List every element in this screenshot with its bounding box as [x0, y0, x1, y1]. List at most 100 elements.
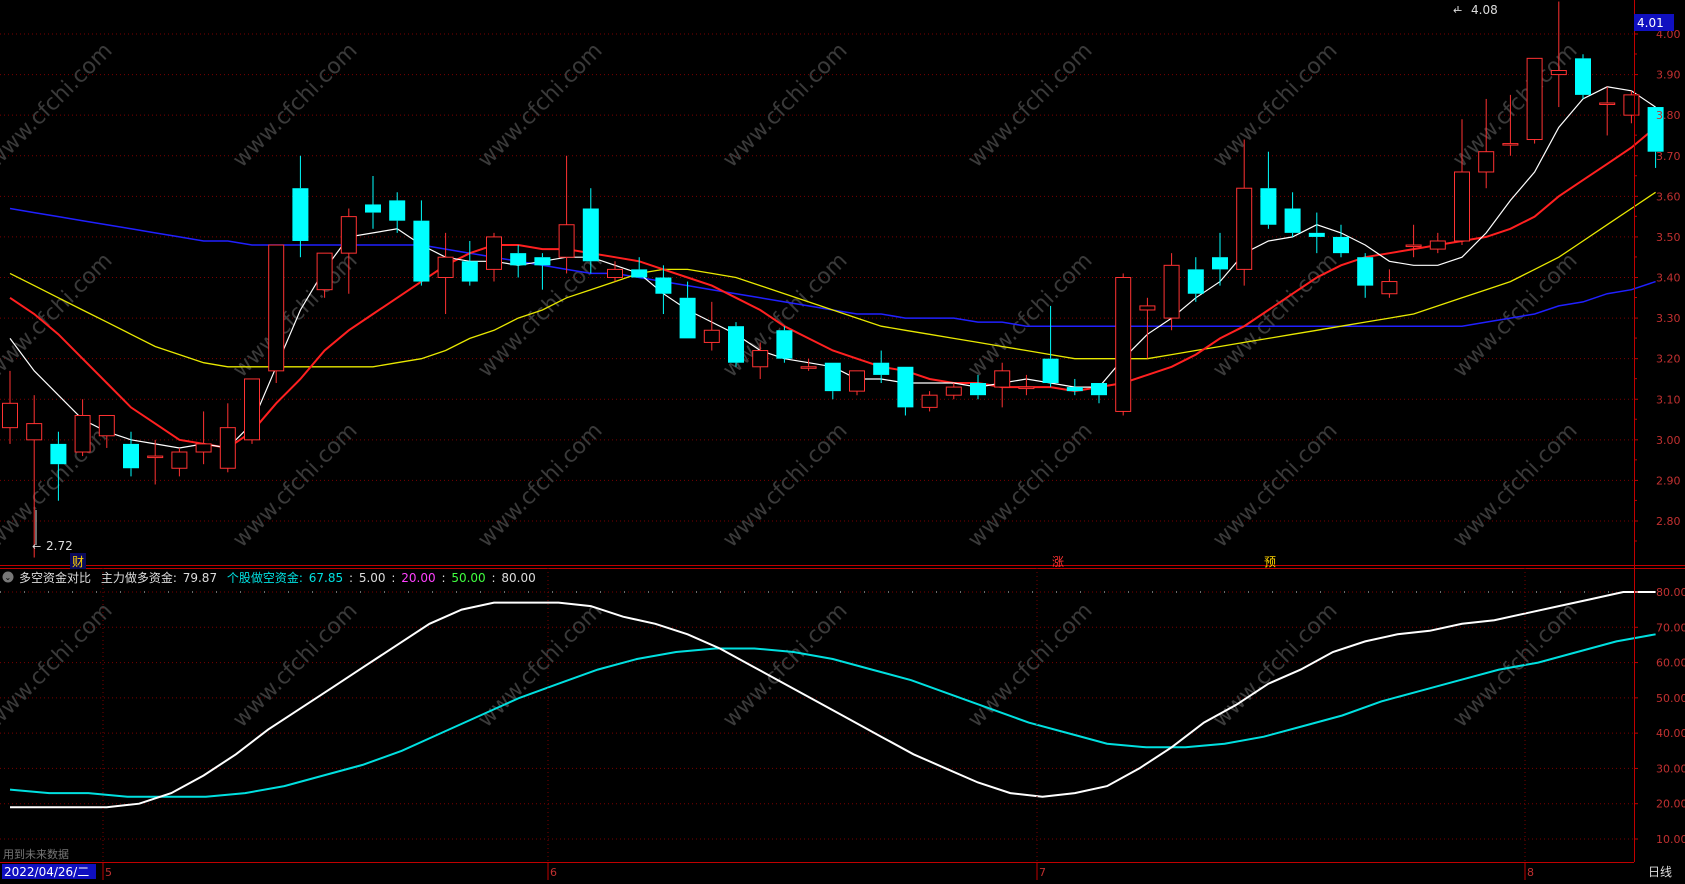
sep-2: : — [391, 571, 395, 585]
candle-body-down — [631, 269, 648, 278]
candle[interactable] — [921, 391, 938, 412]
candle-body-down — [50, 443, 67, 465]
watermark-text: www.cfchi.com — [1448, 38, 1582, 172]
watermark-text: www.cfchi.com — [228, 38, 362, 172]
candle[interactable] — [679, 281, 696, 339]
candle[interactable] — [510, 245, 527, 278]
candle[interactable] — [1018, 374, 1035, 396]
candle[interactable] — [292, 155, 309, 258]
candle[interactable] — [1115, 273, 1132, 416]
candle[interactable] — [461, 240, 478, 286]
price-tick-label: 3.50 — [1656, 231, 1681, 244]
retail-short-value: 67.85 — [309, 571, 343, 585]
candle[interactable] — [2, 370, 18, 444]
candle[interactable] — [1139, 297, 1156, 359]
candle-body-down — [1357, 257, 1374, 286]
indicator-header: ⌄ 多空资金对比 主力做多资金: 79.87 个股做空资金: 67.85 : 5… — [2, 570, 536, 585]
candle[interactable] — [1187, 257, 1204, 302]
candle-body-up — [1550, 70, 1567, 76]
candle[interactable] — [171, 447, 188, 477]
candle[interactable] — [1163, 253, 1180, 331]
period-label[interactable]: 日线 — [1648, 865, 1672, 879]
candle[interactable] — [897, 366, 914, 416]
candle[interactable] — [195, 411, 212, 465]
candle-body-up — [2, 402, 18, 429]
candle[interactable] — [776, 326, 793, 363]
candle[interactable] — [389, 192, 406, 233]
candle[interactable] — [1236, 139, 1253, 286]
candle[interactable] — [824, 362, 841, 400]
event-yu-label[interactable]: 预 — [1264, 555, 1276, 569]
candle[interactable] — [558, 155, 575, 274]
candle[interactable] — [147, 439, 164, 485]
svg-text:多空资金对比 主力做多资金:: 多空资金对比 主力做多资金: 79.87 个股做空资金: 67.85 : 5.0… — [19, 570, 536, 585]
candle[interactable] — [26, 395, 43, 558]
candle[interactable] — [1599, 86, 1616, 136]
candle[interactable] — [534, 253, 551, 290]
candle[interactable] — [849, 370, 865, 396]
candle[interactable] — [994, 362, 1011, 408]
candle[interactable] — [1623, 90, 1640, 124]
candle[interactable] — [1212, 232, 1228, 286]
candle[interactable] — [1066, 378, 1083, 396]
indicator-tick-label: 60.00 — [1656, 657, 1685, 670]
candle[interactable] — [365, 176, 381, 229]
candle-body-up — [74, 414, 91, 453]
sep-3: : — [441, 571, 445, 585]
candle[interactable] — [74, 399, 91, 457]
watermark-text: www.cfchi.com — [718, 598, 852, 732]
candle[interactable] — [873, 350, 890, 384]
candle[interactable] — [945, 383, 962, 400]
candle[interactable] — [219, 403, 236, 473]
candle[interactable] — [1429, 232, 1446, 254]
candle[interactable] — [1381, 269, 1398, 298]
price-tick-label: 3.00 — [1656, 434, 1681, 447]
indicator-name: 多空资金对比 — [19, 570, 91, 585]
candle[interactable] — [1333, 224, 1349, 258]
price-tick-label: 3.60 — [1656, 190, 1681, 203]
high-annotation: ← 4.08 — [1453, 3, 1498, 17]
candle[interactable] — [1357, 253, 1374, 298]
candle-body-down — [123, 443, 139, 469]
watermark-text: www.cfchi.com — [0, 598, 118, 732]
watermark-text: www.cfchi.com — [718, 418, 852, 552]
candle-body-up — [994, 370, 1011, 388]
watermark-text: www.cfchi.com — [963, 598, 1097, 732]
candle[interactable] — [268, 244, 285, 384]
candle-body-up — [1526, 57, 1543, 141]
candle[interactable] — [800, 358, 817, 371]
candle-body-up — [219, 427, 236, 469]
candle[interactable] — [1575, 54, 1591, 99]
indicator-tick-label: 30.00 — [1656, 762, 1685, 775]
event-zhang-label[interactable]: 涨 — [1052, 554, 1064, 569]
candle[interactable] — [703, 301, 720, 351]
candle-body-up — [486, 236, 502, 270]
candle[interactable] — [437, 232, 454, 315]
candle-body-down — [1284, 208, 1301, 233]
candle-body-down — [897, 366, 914, 408]
candle[interactable] — [1405, 224, 1422, 258]
candle[interactable] — [413, 200, 430, 286]
candle[interactable] — [1091, 383, 1107, 404]
chart-canvas[interactable]: www.cfchi.com www.cfchi.com www.cfchi.com w… — [0, 0, 1685, 880]
candle[interactable] — [244, 378, 260, 444]
candle[interactable] — [1526, 57, 1543, 144]
candle[interactable] — [655, 265, 672, 315]
candle[interactable] — [607, 261, 623, 282]
sep-4: : — [492, 571, 496, 585]
candle-body-up — [1163, 264, 1180, 319]
sep-1: : — [349, 571, 353, 585]
candle[interactable] — [1284, 192, 1301, 237]
candle[interactable] — [582, 188, 599, 274]
candle[interactable] — [1260, 151, 1277, 229]
chevron-down-icon: ⌄ — [5, 573, 12, 582]
watermark-text: www.cfchi.com — [0, 38, 118, 172]
price-tick-label: 2.80 — [1656, 515, 1681, 528]
candle[interactable] — [486, 232, 502, 282]
candle-body-down — [389, 200, 406, 221]
candle[interactable] — [1308, 212, 1325, 254]
stock-chart-window[interactable]: www.cfchi.com www.cfchi.com www.cfchi.com w… — [0, 0, 1685, 880]
level-5: 5.00 — [359, 571, 386, 585]
candle-body-down — [1187, 269, 1204, 294]
candle[interactable] — [728, 322, 744, 367]
